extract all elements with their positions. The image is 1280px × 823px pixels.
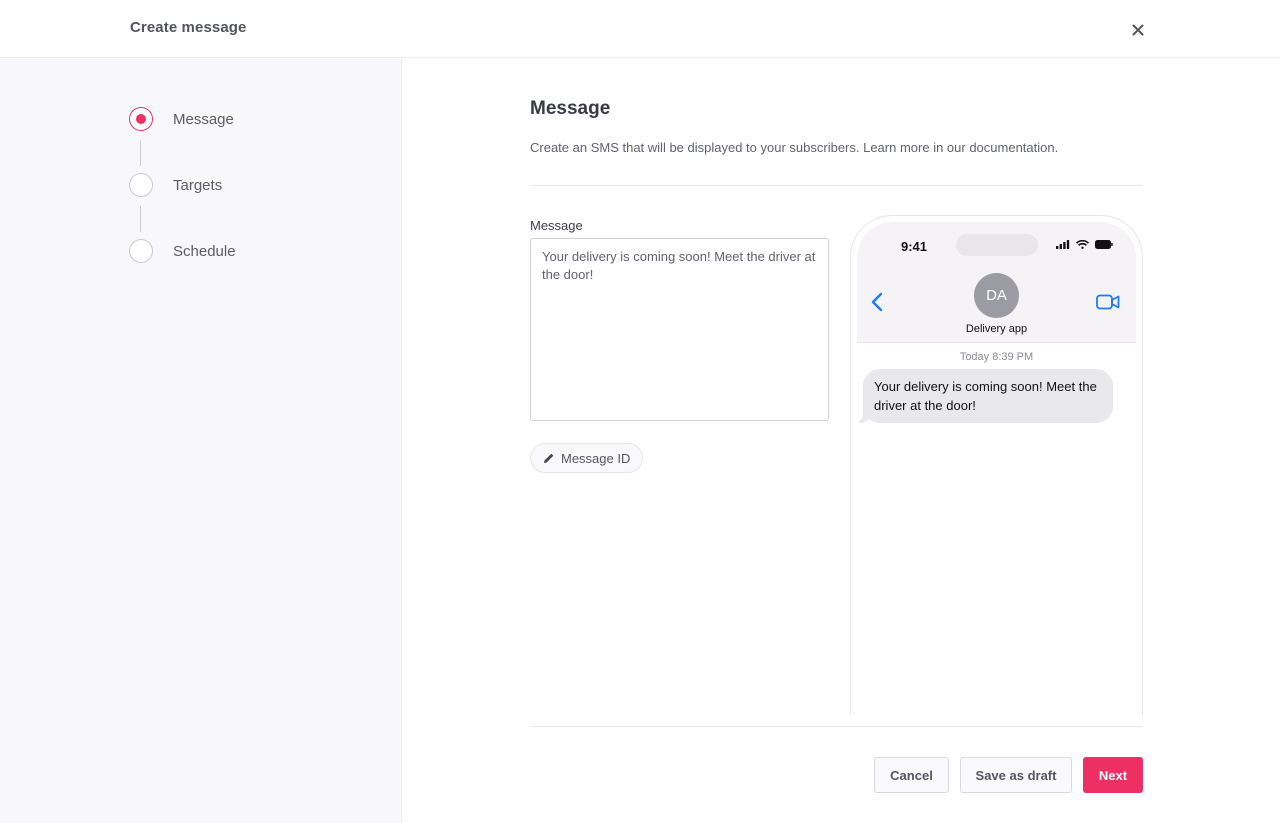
next-button[interactable]: Next [1083, 757, 1143, 793]
step-message[interactable]: Message [129, 107, 234, 131]
step-label: Targets [173, 176, 223, 194]
message-timestamp: Today 8:39 PM [959, 351, 1034, 363]
step-targets[interactable]: Targets [129, 173, 222, 197]
video-call-button[interactable] [1096, 294, 1120, 315]
chevron-left-icon [871, 292, 883, 312]
pencil-icon [544, 453, 554, 463]
step-connector [140, 140, 141, 166]
message-id-button[interactable]: Message ID [530, 443, 644, 473]
battery-icon [1095, 240, 1113, 249]
dynamic-island [956, 234, 1038, 256]
preview-fade [851, 625, 1142, 715]
message-textarea[interactable]: Your delivery is coming soon! Meet the d… [530, 238, 829, 421]
save-draft-button[interactable]: Save as draft [960, 757, 1072, 793]
divider [530, 726, 1143, 727]
message-bubble-text: Your delivery is coming soon! Meet the d… [874, 379, 1097, 413]
step-indicator [129, 239, 153, 263]
contact-name: Delivery app [965, 323, 1028, 335]
step-indicator-active [129, 107, 153, 131]
status-icons [1056, 240, 1113, 249]
divider [530, 185, 1143, 186]
step-connector [140, 206, 141, 232]
close-icon [1132, 24, 1144, 36]
page-title: Create message [130, 19, 247, 36]
section-description: Create an SMS that will be displayed to … [530, 140, 1059, 155]
sms-preview-phone: 9:41 DA Delivery app Today 8:39 PM Your … [850, 215, 1143, 715]
wifi-icon [1076, 240, 1089, 249]
header-bar: Create message [0, 0, 1280, 58]
signal-icon [1056, 240, 1070, 249]
step-indicator [129, 173, 153, 197]
main-panel: Message Create an SMS that will be displ… [403, 59, 1280, 823]
conversation-header: 9:41 DA Delivery app [857, 222, 1136, 343]
close-button[interactable] [1128, 20, 1148, 40]
section-heading: Message [530, 98, 611, 119]
back-button[interactable] [871, 292, 883, 317]
step-schedule[interactable]: Schedule [129, 239, 236, 263]
avatar: DA [974, 273, 1019, 318]
step-label: Message [173, 110, 234, 128]
video-camera-icon [1096, 294, 1120, 310]
message-bubble: Your delivery is coming soon! Meet the d… [857, 369, 1113, 423]
step-label: Schedule [173, 242, 236, 260]
status-time: 9:41 [901, 239, 928, 254]
cancel-button[interactable]: Cancel [874, 757, 949, 793]
message-id-label: Message ID [561, 450, 631, 466]
message-field-label: Message [530, 218, 583, 233]
stepper-sidebar: Message Targets Schedule [0, 59, 402, 823]
